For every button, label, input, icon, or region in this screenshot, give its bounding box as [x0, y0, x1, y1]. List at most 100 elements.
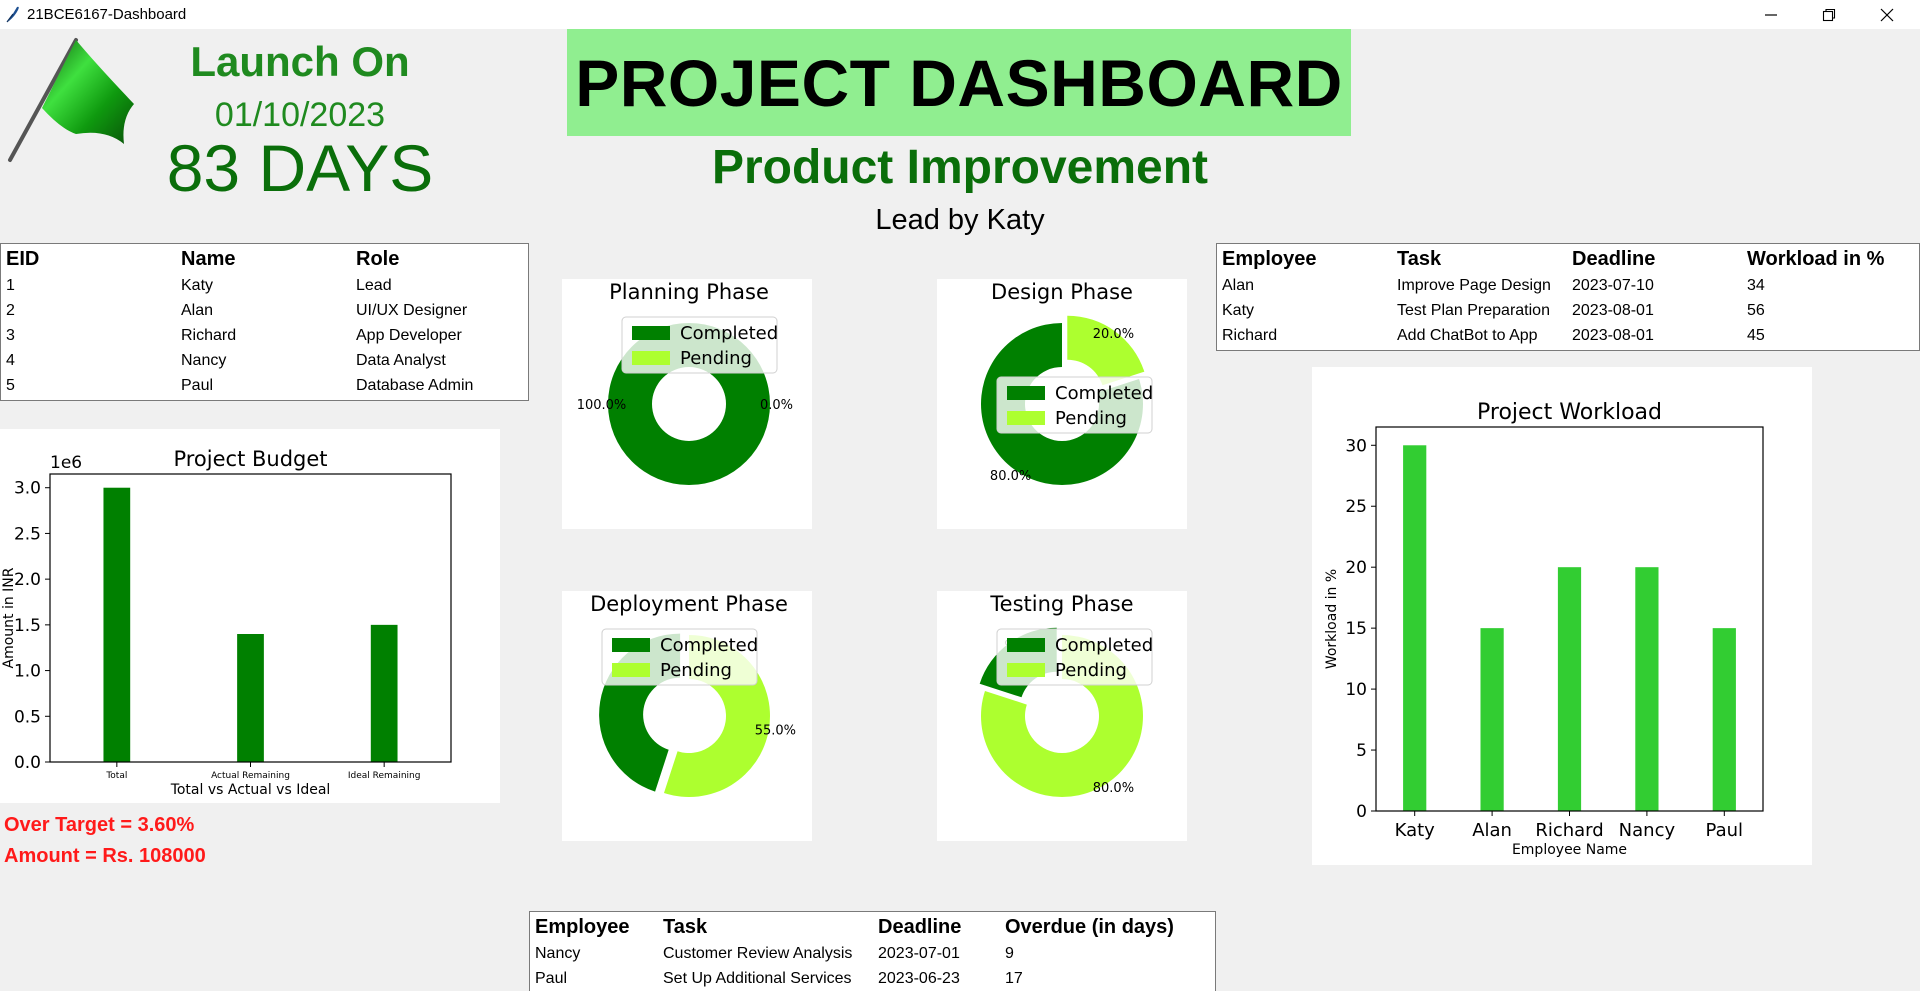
y-tick-label: 2.5: [14, 524, 41, 544]
table-cell: Katy: [1222, 301, 1255, 319]
chart-title: Project Budget: [173, 447, 327, 471]
chart-title: Testing Phase: [989, 592, 1133, 616]
restore-button[interactable]: [1800, 0, 1858, 29]
table-cell: 2: [6, 301, 15, 319]
bar: [1635, 567, 1659, 811]
pie-percent-label: 80.0%: [990, 469, 1031, 484]
table-row[interactable]: 3 Richard App Developer: [1, 323, 528, 348]
chart-title: Design Phase: [991, 280, 1133, 304]
table-row[interactable]: Katy Test Plan Preparation 2023-08-01 56: [1217, 298, 1919, 323]
table-cell: 56: [1747, 301, 1765, 319]
table-cell: 4: [6, 351, 15, 369]
table-row[interactable]: Alan Improve Page Design 2023-07-10 34: [1217, 273, 1919, 298]
bar: [1403, 445, 1427, 811]
design-phase-chart: Design Phase 80.0% 20.0% Completed Pending: [937, 279, 1187, 529]
team-table: EID Name Role 1 Katy Lead 2 Alan UI/UX Desig…: [0, 243, 529, 401]
table-header-row: Employee Task Deadline Overdue (in days): [530, 912, 1215, 941]
x-tick-label: Paul: [1706, 820, 1744, 841]
table-header-row: Employee Task Deadline Workload in %: [1217, 244, 1919, 273]
window-titlebar: 21BCE6167-Dashboard: [0, 0, 1920, 29]
table-cell: 2023-07-10: [1572, 276, 1654, 294]
table-row[interactable]: 1 Katy Lead: [1, 273, 528, 298]
legend-label: Completed: [660, 635, 758, 656]
y-tick-label: 30: [1345, 436, 1367, 456]
table-cell: 34: [1747, 276, 1765, 294]
table-row[interactable]: 2 Alan UI/UX Designer: [1, 298, 528, 323]
table-cell: Paul: [535, 969, 568, 987]
table-row[interactable]: Richard Add ChatBot to App 2023-08-01 45: [1217, 323, 1919, 348]
table-row[interactable]: 5 Paul Database Admin: [1, 373, 528, 398]
bar: [370, 624, 398, 762]
y-tick-label: 3.0: [14, 479, 41, 499]
table-row[interactable]: 4 Nancy Data Analyst: [1, 348, 528, 373]
table-cell: Customer Review Analysis: [663, 944, 853, 962]
table-cell: Test Plan Preparation: [1397, 301, 1550, 319]
column-header: Workload in %: [1747, 248, 1885, 270]
over-target-text: Over Target = 3.60%: [4, 814, 195, 836]
table-cell: 3: [6, 326, 15, 344]
table-header-row: EID Name Role: [1, 244, 528, 273]
minimize-button[interactable]: [1742, 0, 1800, 29]
legend-label: Completed: [1055, 383, 1153, 404]
x-axis-label: Employee Name: [1512, 842, 1627, 858]
table-cell: Alan: [181, 301, 214, 319]
table-cell: Alan: [1222, 276, 1255, 294]
legend-label: Completed: [1055, 635, 1153, 656]
table-row[interactable]: Nancy Customer Review Analysis 2023-07-01 9: [530, 941, 1215, 966]
overdue-table: Employee Task Deadline Overdue (in days)…: [529, 911, 1216, 991]
window-title: 21BCE6167-Dashboard: [27, 6, 187, 23]
column-header: Task: [663, 916, 708, 938]
legend-label: Pending: [1055, 408, 1127, 429]
pie-percent-label: 20.0%: [1093, 327, 1134, 342]
table-cell: Nancy: [181, 351, 227, 369]
y-tick-label: 25: [1345, 497, 1367, 517]
axis-offset-label: 1e6: [50, 453, 82, 473]
chart-title: Project Workload: [1477, 400, 1662, 425]
x-tick-label: Nancy: [1619, 820, 1676, 841]
bar: [103, 487, 131, 762]
y-tick-label: 0: [1356, 802, 1367, 822]
table-cell: 1: [6, 276, 15, 294]
planning-phase-chart: Planning Phase 100.0% 0.0% Completed Pending: [562, 279, 812, 529]
table-cell: Improve Page Design: [1397, 276, 1551, 294]
launch-countdown: 83 DAYS: [166, 131, 434, 205]
column-header: Employee: [1222, 248, 1317, 270]
feather-icon: [6, 6, 19, 23]
testing-phase-chart: Testing Phase%80.0%CompletedPending: [937, 591, 1187, 841]
pie-percent-label: 0.0%: [760, 398, 793, 413]
legend-swatch: [612, 638, 650, 652]
table-row[interactable]: Paul Set Up Additional Services 2023-06-23…: [530, 966, 1215, 991]
y-axis-label: Workload in %: [1324, 569, 1340, 669]
table-cell: Set Up Additional Services: [663, 969, 852, 987]
bar: [1712, 628, 1736, 811]
table-cell: 2023-07-01: [878, 944, 960, 962]
task-table: Employee Task Deadline Workload in % Ala…: [1216, 243, 1920, 351]
legend-swatch: [612, 663, 650, 677]
chart-title: Deployment Phase: [590, 592, 788, 616]
y-tick-label: 1.5: [14, 616, 41, 636]
y-axis-label: Amount in INR: [1, 567, 17, 668]
column-header: Employee: [535, 916, 630, 938]
close-button[interactable]: [1858, 0, 1916, 29]
pie-percent-label: 55.0%: [755, 724, 796, 739]
project-name: Product Improvement: [711, 141, 1209, 194]
legend-label: Pending: [660, 660, 732, 681]
x-tick-label: Ideal Remaining: [348, 771, 421, 781]
x-tick-label: Richard: [1535, 820, 1603, 841]
legend-label: Pending: [680, 348, 752, 369]
table-cell: 5: [6, 376, 15, 394]
pie-slice: [1067, 315, 1145, 386]
y-tick-label: 1.0: [14, 662, 41, 682]
y-tick-label: 0.0: [14, 753, 41, 773]
table-cell: Add ChatBot to App: [1397, 326, 1538, 344]
amount-text: Amount = Rs. 108000: [4, 845, 206, 867]
table-cell: Database Admin: [356, 376, 474, 394]
table-cell: Nancy: [535, 944, 581, 962]
project-lead: Lead by Katy: [875, 204, 1045, 236]
y-tick-label: 10: [1345, 680, 1367, 700]
legend-swatch: [1007, 663, 1045, 677]
y-tick-label: 15: [1345, 619, 1367, 639]
table-cell: Richard: [1222, 326, 1278, 344]
budget-chart: Project Budget 0.0 0.5 1.0 1.5 2.0 2.5 3.0 Total…: [0, 429, 500, 803]
table-cell: App Developer: [356, 326, 462, 344]
